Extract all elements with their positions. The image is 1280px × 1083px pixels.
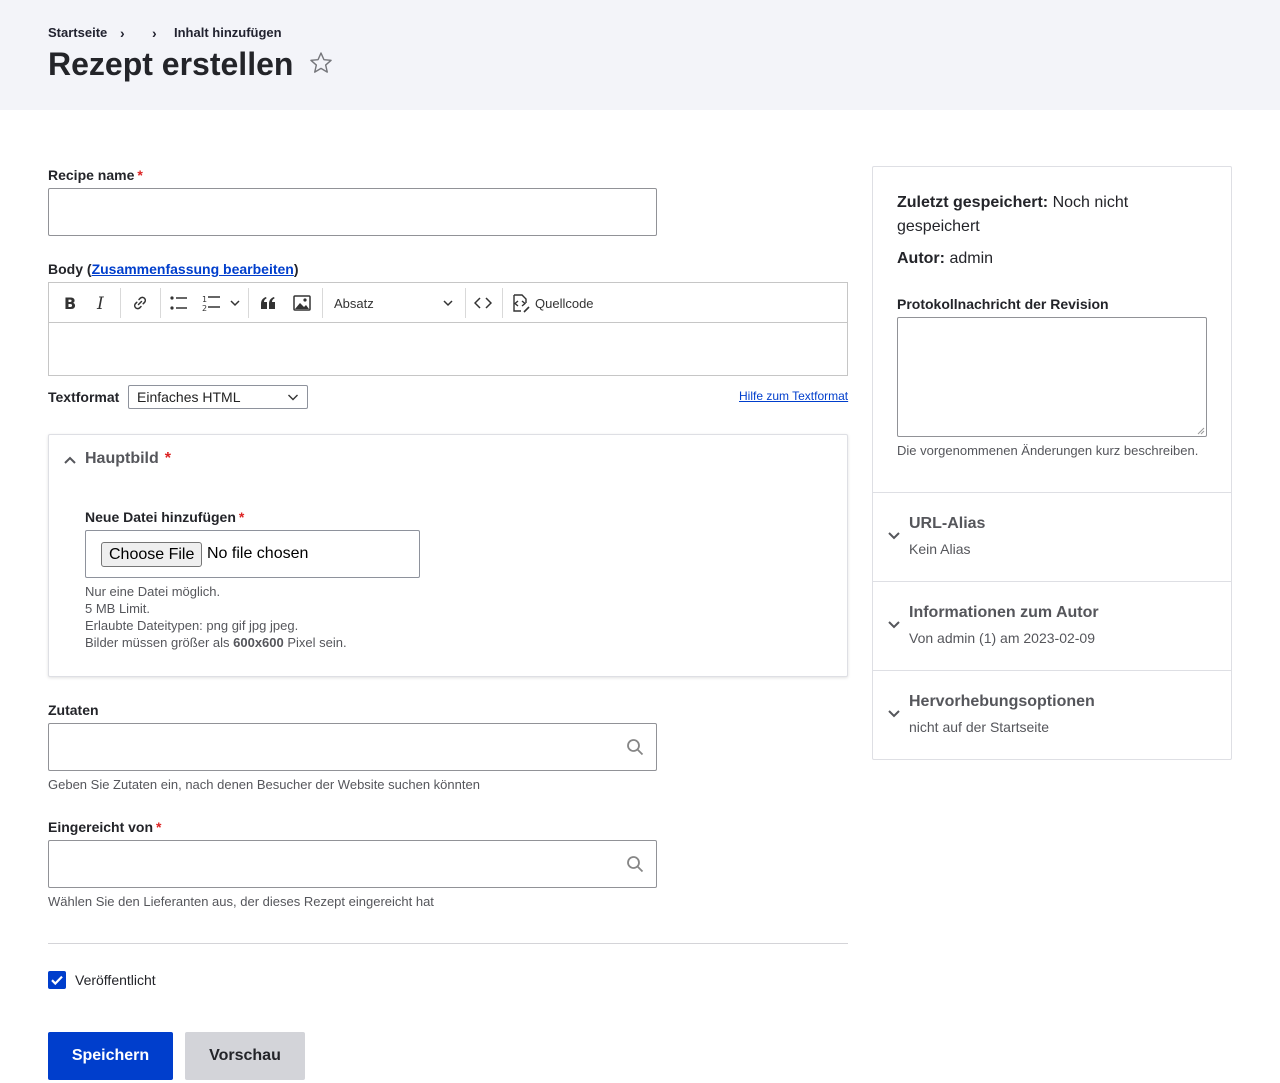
link-icon <box>133 296 147 310</box>
save-button[interactable]: Speichern <box>48 1032 173 1080</box>
heading-select-value: Absatz <box>334 295 374 311</box>
ingredients-description: Geben Sie Zutaten ein, nach denen Besuch… <box>48 777 480 792</box>
search-icon <box>627 856 644 873</box>
text-format-label: Textformat <box>48 389 120 405</box>
recipe-name-label: Recipe name * <box>48 167 143 183</box>
section-title: Informationen zum Autor <box>909 604 1099 621</box>
svg-text:1: 1 <box>202 295 207 304</box>
chevron-down-icon <box>888 621 900 629</box>
form-divider <box>48 943 848 944</box>
numbered-list-icon: 1 2 <box>202 295 240 312</box>
body-editable-area[interactable] <box>49 324 847 375</box>
bold-button[interactable]: B <box>55 289 83 317</box>
submitted-by-description: Wählen Sie den Lieferanten aus, der dies… <box>48 894 434 909</box>
star-outline-icon[interactable] <box>308 50 334 76</box>
choose-file-button[interactable]: Choose File <box>101 542 203 567</box>
toolbar-separator <box>465 288 466 318</box>
chevron-down-icon <box>888 710 900 718</box>
body-label: Body (Zusammenfassung bearbeiten) <box>48 261 299 277</box>
promotion-options-section[interactable]: Hervorhebungsoptionen nicht auf der Star… <box>873 670 1231 759</box>
italic-icon: I <box>96 295 104 311</box>
checkmark-icon <box>51 975 63 986</box>
author-info-section[interactable]: Informationen zum Autor Von admin (1) am… <box>873 581 1231 670</box>
chevron-down-icon <box>288 394 298 401</box>
svg-text:I: I <box>96 295 104 311</box>
url-alias-section[interactable]: URL-Alias Kein Alias <box>873 492 1231 581</box>
required-mark: * <box>164 450 171 467</box>
source-code-icon <box>513 294 530 313</box>
chevron-down-icon <box>443 300 453 307</box>
file-upload-field: Choose File No file chosen <box>85 530 420 578</box>
published-label[interactable]: Veröffentlicht <box>75 972 156 988</box>
code-button[interactable] <box>469 289 497 317</box>
toolbar-separator <box>322 288 323 318</box>
breadcrumb-separator: › <box>120 25 125 41</box>
ingredients-input[interactable] <box>48 723 657 771</box>
breadcrumb-add-content[interactable]: Inhalt hinzufügen <box>174 25 282 40</box>
section-subtitle: Von admin (1) am 2023-02-09 <box>909 630 1095 646</box>
last-saved: Zuletzt gespeichert: Noch nicht gespeich… <box>897 194 1129 235</box>
text-format-select[interactable]: Einfaches HTML <box>128 385 308 409</box>
svg-text:B: B <box>64 295 76 311</box>
bulleted-list-button[interactable] <box>165 289 193 317</box>
submitted-by-label: Eingereicht von * <box>48 819 162 835</box>
required-mark: * <box>137 167 143 183</box>
file-desc-line: Nur eine Datei möglich. <box>85 584 221 599</box>
image-icon <box>293 295 311 311</box>
file-desc-size: Bilder müssen größer als 600x600 Pixel s… <box>85 635 347 650</box>
revision-log-label: Protokollnachricht der Revision <box>897 296 1109 312</box>
meta-sidebar: Zuletzt gespeichert: Noch nicht gespeich… <box>872 166 1232 760</box>
section-subtitle: nicht auf der Startseite <box>909 719 1050 735</box>
editor-toolbar: B I 1 2 Absatz Quellcode <box>49 283 847 323</box>
section-title: URL-Alias <box>909 515 986 532</box>
page-title: Rezept erstellen <box>48 46 294 82</box>
revision-log-textarea[interactable] <box>897 317 1207 437</box>
bold-icon: B <box>64 295 76 311</box>
main-image-title[interactable]: Hauptbild * <box>85 450 171 468</box>
file-desc-line: Erlaubte Dateitypen: png gif jpg jpeg. <box>85 618 299 633</box>
published-checkbox[interactable] <box>48 971 66 989</box>
ingredients-label: Zutaten <box>48 702 99 718</box>
body-editor: B I 1 2 Absatz Quellcode <box>48 282 848 376</box>
bulleted-list-icon <box>170 296 187 310</box>
required-mark: * <box>238 509 245 525</box>
search-icon <box>627 739 644 756</box>
code-icon <box>474 297 492 309</box>
chevron-down-icon <box>888 532 900 540</box>
preview-button[interactable]: Vorschau <box>185 1032 305 1080</box>
numbered-list-button[interactable]: 1 2 <box>200 289 242 317</box>
submitted-by-input[interactable] <box>48 840 657 888</box>
recipe-name-input[interactable] <box>48 188 657 236</box>
new-file-label: Neue Datei hinzufügen * <box>85 509 245 525</box>
required-mark: * <box>156 819 162 835</box>
section-title: Hervorhebungsoptionen <box>909 693 1095 710</box>
source-label: Quellcode <box>535 295 594 311</box>
author-info: Autor: admin <box>897 250 994 267</box>
page-header: Startseite › › Inhalt hinzufügen Rezept … <box>0 0 1280 110</box>
main-image-details: Hauptbild * Neue Datei hinzufügen * Choose… <box>48 434 848 677</box>
file-desc-line: 5 MB Limit. <box>85 601 151 616</box>
section-subtitle: Kein Alias <box>909 541 971 557</box>
chevron-up-icon[interactable] <box>63 454 77 466</box>
no-file-text: No file chosen <box>207 545 309 562</box>
source-button[interactable]: Quellcode <box>509 289 599 317</box>
svg-text:2: 2 <box>202 304 207 312</box>
resize-handle-icon[interactable] <box>1195 425 1205 435</box>
toolbar-separator <box>120 288 121 318</box>
text-format-help-link[interactable]: Hilfe zum Textformat <box>739 389 848 403</box>
edit-summary-link[interactable]: Zusammenfassung bearbeiten <box>92 261 294 277</box>
toolbar-separator <box>160 288 161 318</box>
breadcrumb-home[interactable]: Startseite <box>48 25 107 40</box>
italic-button[interactable]: I <box>87 289 115 317</box>
heading-select[interactable]: Absatz <box>328 289 458 317</box>
breadcrumb-separator: › <box>152 25 157 41</box>
text-format-value: Einfaches HTML <box>137 389 241 405</box>
toolbar-separator <box>248 288 249 318</box>
image-button[interactable] <box>288 289 316 317</box>
blockquote-button[interactable] <box>254 289 282 317</box>
link-button[interactable] <box>126 289 154 317</box>
revision-log-description: Die vorgenommenen Änderungen kurz beschr… <box>897 443 1199 458</box>
blockquote-icon <box>261 297 275 309</box>
toolbar-separator <box>502 288 503 318</box>
